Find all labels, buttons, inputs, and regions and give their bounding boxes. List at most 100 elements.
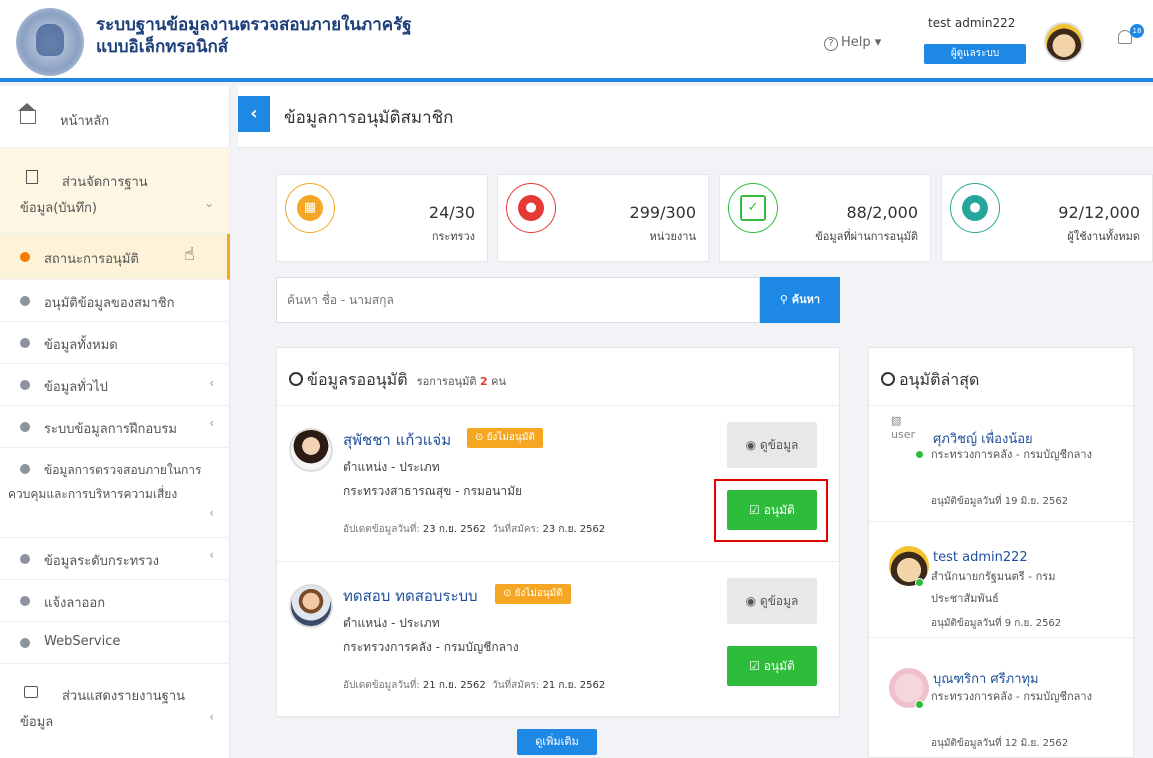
help-menu[interactable]: ? Help ▾: [824, 35, 881, 51]
member-position: ตำแหน่ง - ประเภท: [343, 460, 440, 474]
help-label: Help ▾: [841, 35, 882, 50]
view-details-button[interactable]: ◉ ดูข้อมูล: [727, 422, 817, 468]
sidebar-group2-label: ส่วนแสดงรายงานฐานข้อมูล: [20, 689, 186, 730]
stat-card-ministries: ▦ 24/30 กระทรวง: [276, 174, 488, 262]
user-avatar[interactable]: [1044, 22, 1084, 62]
member-avatar: [289, 428, 333, 472]
member-name[interactable]: ทดสอบ ทดสอบระบบ: [343, 584, 478, 608]
role-button[interactable]: ผู้ดูแลระบบ: [924, 44, 1026, 64]
sidebar-item-ministry-level[interactable]: ข้อมูลระดับกระทรวง ‹: [0, 538, 230, 580]
latest-name[interactable]: test admin222: [933, 550, 1028, 565]
sidebar-group1-label: ส่วนจัดการฐานข้อมูล(บันทึก): [20, 175, 148, 216]
member-org: กระทรวงสาธารณสุข - กรมอนามัย: [343, 484, 523, 498]
sidebar-item-general[interactable]: ข้อมูลทั่วไป ‹: [0, 364, 230, 406]
sidebar-item-label: ข้อมูลระดับกระทรวง: [44, 554, 159, 569]
sidebar-item-label: ข้อมูลทั่วไป: [44, 380, 108, 395]
broken-image-icon: ▧ user: [891, 414, 915, 441]
latest-item: บุณฑริกา ศรีภาทุม กระทรวงการคลัง - กรมบั…: [869, 638, 1133, 758]
stat-value: 92/12,000: [1058, 203, 1140, 222]
sidebar-item-label: อนุมัติข้อมูลของสมาชิก: [44, 296, 175, 311]
notification-bell[interactable]: 18: [1118, 24, 1144, 48]
sidebar-item-audit-control[interactable]: ข้อมูลการตรวจสอบภายในการควบคุมและการบริห…: [0, 448, 230, 538]
latest-org: กระทรวงการคลัง - กรมบัญชีกลาง: [931, 448, 1092, 461]
sidebar-item-label: ระบบข้อมูลการฝึกอบรม: [44, 422, 177, 437]
bullet-icon: [20, 638, 30, 648]
latest-date: อนุมัติข้อมูลวันที่ 9 ก.ย. 2562: [931, 618, 1062, 629]
sidebar-item-webservice[interactable]: WebService: [0, 622, 230, 664]
user-name: test admin222: [928, 16, 1016, 30]
stat-label: ข้อมูลที่ผ่านการอนุมัติ: [815, 230, 918, 243]
sidebar-item-training[interactable]: ระบบข้อมูลการฝึกอบรม ‹: [0, 406, 230, 448]
site-title: ระบบฐานข้อมูลงานตรวจสอบภายในภาครัฐ แบบอิ…: [96, 14, 496, 58]
status-badge-label: ยังไม่อนุมัติ: [514, 588, 563, 599]
eye-icon: ◉: [745, 594, 760, 608]
sidebar-item-approve-members[interactable]: อนุมัติข้อมูลของสมาชิก: [0, 280, 230, 322]
site-title-line1: ระบบฐานข้อมูลงานตรวจสอบภายในภาครัฐ: [96, 15, 412, 35]
applied-date: 23 ก.ย. 2562: [542, 524, 606, 535]
latest-approved-panel: อนุมัติล่าสุด ▧ user ศุภวิชญ์ เพื่องน้อย …: [868, 347, 1134, 758]
chevron-left-icon: ‹: [209, 376, 214, 390]
chevron-down-icon: ⌄: [203, 196, 214, 210]
sidebar-item-resign[interactable]: แจ้งลาออก: [0, 580, 230, 622]
stat-card-agencies: ● 299/300 หน่วยงาน: [497, 174, 709, 262]
chevron-left-icon: ‹: [209, 506, 214, 520]
check-circle-icon: [881, 372, 895, 386]
pending-panel-header: ข้อมูลรออนุมัติ รอการอนุมัติ 2 คน: [277, 348, 839, 406]
status-badge: ⊙ ยังไม่อนุมัติ: [467, 428, 543, 448]
site-title-line2: แบบอิเล็กทรอนิกส์: [96, 37, 229, 57]
sidebar: หน้าหลัก ส่วนจัดการฐานข้อมูล(บันทึก) ⌄ ส…: [0, 86, 230, 758]
latest-item: ▧ user ศุภวิชญ์ เพื่องน้อย กระทรวงการคลัง…: [869, 406, 1133, 522]
pending-panel-title: ข้อมูลรออนุมัติ รอการอนุมัติ 2 คน: [289, 368, 506, 393]
users-icon: ●: [506, 183, 556, 233]
stat-value: 88/2,000: [846, 203, 918, 222]
view-details-button[interactable]: ◉ ดูข้อมูล: [727, 578, 817, 624]
bullet-icon: [20, 596, 30, 606]
latest-org: สำนักนายกรัฐมนตรี - กรมประชาสัมพันธ์: [931, 570, 1056, 605]
sidebar-item-approval-status[interactable]: สถานะการอนุมัติ ☝: [0, 234, 230, 280]
home-icon: [18, 103, 36, 124]
stat-value: 24/30: [428, 203, 475, 222]
bullet-icon: [20, 554, 30, 564]
bullet-icon: [20, 422, 30, 432]
status-badge: ⊙ ยังไม่อนุมัติ: [495, 584, 571, 604]
question-icon: ?: [824, 37, 838, 51]
member-name[interactable]: สุพัชชา แก้วแจ่ม: [343, 428, 451, 452]
back-button[interactable]: ‹: [238, 96, 270, 132]
sidebar-item-label: ข้อมูลการตรวจสอบภายในการควบคุมและการบริห…: [8, 463, 202, 501]
view-details-label: ดูข้อมูล: [759, 594, 799, 608]
search-input[interactable]: [276, 277, 760, 323]
member-position: ตำแหน่ง - ประเภท: [343, 616, 440, 630]
stat-label: ผู้ใช้งานทั้งหมด: [1067, 230, 1140, 243]
bullet-icon: [20, 380, 30, 390]
sidebar-home-label: หน้าหลัก: [60, 114, 110, 129]
highlight-box: [714, 479, 828, 542]
sidebar-item-home[interactable]: หน้าหลัก: [0, 86, 230, 148]
search-button[interactable]: ⚲ ค้นหา: [760, 277, 840, 323]
sidebar-item-all-data[interactable]: ข้อมูลทั้งหมด: [0, 322, 230, 364]
sidebar-item-label: สถานะการอนุมัติ: [44, 252, 139, 267]
sidebar-group-reports[interactable]: ส่วนแสดงรายงานฐานข้อมูล ‹: [0, 664, 230, 758]
latest-date: อนุมัติข้อมูลวันที่ 19 มิ.ย. 2562: [931, 496, 1069, 507]
site-logo: [16, 8, 84, 76]
pending-approval-panel: ข้อมูลรออนุมัติ รอการอนุมัติ 2 คน สุพัชช…: [276, 347, 840, 718]
user-icon: ●: [950, 183, 1000, 233]
bullet-icon: [20, 296, 30, 306]
latest-panel-title: อนุมัติล่าสุด: [881, 368, 979, 393]
sidebar-item-label: WebService: [44, 634, 121, 649]
latest-date: อนุมัติข้อมูลวันที่ 12 มิ.ย. 2562: [931, 738, 1069, 749]
search-icon: ⚲: [779, 293, 792, 306]
clock-icon: ⊙: [475, 432, 487, 443]
see-more-button[interactable]: ดูเพิ่มเติม: [517, 729, 597, 755]
view-details-label: ดูข้อมูล: [759, 438, 799, 452]
stat-value: 299/300: [629, 203, 696, 222]
broken-image-alt: user: [891, 428, 915, 441]
check-square-icon: ☑: [749, 659, 764, 673]
search-button-label: ค้นหา: [791, 293, 821, 306]
calendar-check-icon: ✓: [728, 183, 778, 233]
approve-button[interactable]: ☑ อนุมัติ: [727, 646, 817, 686]
pending-count: 2: [479, 375, 488, 388]
member-avatar: [289, 584, 333, 628]
applied-label: วันที่สมัคร:: [492, 680, 540, 691]
pending-sub-suffix: คน: [491, 375, 507, 388]
sidebar-group-records[interactable]: ส่วนจัดการฐานข้อมูล(บันทึก) ⌄: [0, 148, 230, 234]
